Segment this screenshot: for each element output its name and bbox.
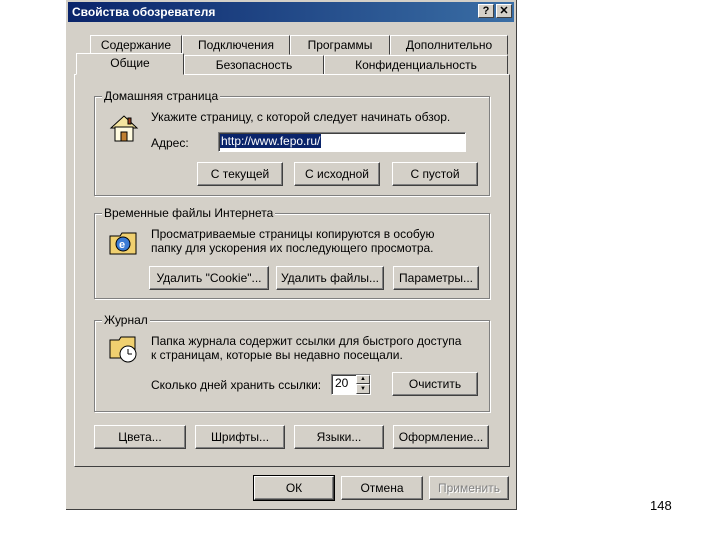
home-page-label: Домашняя страница: [102, 89, 221, 103]
temp-files-label: Временные файлы Интернета: [102, 206, 276, 220]
days-stepper[interactable]: 20 ▲ ▼: [331, 374, 371, 395]
address-value: http://www.fepo.ru/: [220, 134, 322, 148]
page-number: 148: [650, 498, 672, 513]
stepper-down-icon[interactable]: ▼: [356, 384, 370, 394]
settings-button[interactable]: Параметры...: [393, 266, 479, 290]
window-title: Свойства обозревателя: [72, 5, 216, 19]
days-value: 20: [335, 376, 349, 390]
colors-button[interactable]: Цвета...: [94, 425, 186, 449]
days-label: Сколько дней хранить ссылки:: [151, 378, 322, 392]
help-button[interactable]: ?: [478, 4, 494, 18]
temp-description-line1: Просматриваемые страницы копируются в ос…: [151, 227, 435, 241]
close-button[interactable]: ✕: [496, 4, 512, 18]
languages-button[interactable]: Языки...: [294, 425, 384, 449]
history-icon: [109, 336, 137, 363]
history-description-line2: к страницам, которые вы недавно посещали…: [151, 348, 403, 362]
tab-content[interactable]: Содержание: [90, 35, 182, 55]
apply-button[interactable]: Применить: [429, 476, 509, 500]
use-current-button[interactable]: С текущей: [197, 162, 283, 186]
tab-connections[interactable]: Подключения: [182, 35, 290, 55]
svg-text:e: e: [119, 239, 125, 251]
home-icon: [109, 115, 139, 142]
fonts-button[interactable]: Шрифты...: [195, 425, 285, 449]
use-blank-button[interactable]: С пустой: [392, 162, 478, 186]
delete-files-button[interactable]: Удалить файлы...: [276, 266, 384, 290]
tab-general[interactable]: Общие: [76, 53, 184, 75]
title-bar[interactable]: Свойства обозревателя: [68, 2, 514, 22]
tab-security[interactable]: Безопасность: [184, 55, 324, 75]
history-label: Журнал: [102, 313, 150, 327]
delete-cookies-button[interactable]: Удалить "Cookie"...: [149, 266, 269, 290]
tab-advanced[interactable]: Дополнительно: [390, 35, 508, 55]
cancel-button[interactable]: Отмена: [341, 476, 423, 500]
stepper-up-icon[interactable]: ▲: [356, 375, 370, 384]
address-input[interactable]: http://www.fepo.ru/: [218, 132, 466, 152]
clear-history-button[interactable]: Очистить: [392, 372, 478, 396]
home-description: Укажите страницу, с которой следует начи…: [151, 110, 451, 124]
history-description-line1: Папка журнала содержит ссылки для быстро…: [151, 334, 462, 348]
use-default-button[interactable]: С исходной: [294, 162, 380, 186]
temp-description-line2: папку для ускорения их последующего прос…: [151, 241, 434, 255]
ok-button[interactable]: ОК: [253, 475, 335, 501]
background-strip: [0, 0, 66, 510]
tab-privacy[interactable]: Конфиденциальность: [324, 55, 508, 75]
address-label: Адрес:: [151, 136, 189, 150]
accessibility-button[interactable]: Оформление...: [393, 425, 489, 449]
tab-programs[interactable]: Программы: [290, 35, 390, 55]
temp-files-icon: e: [109, 232, 137, 255]
